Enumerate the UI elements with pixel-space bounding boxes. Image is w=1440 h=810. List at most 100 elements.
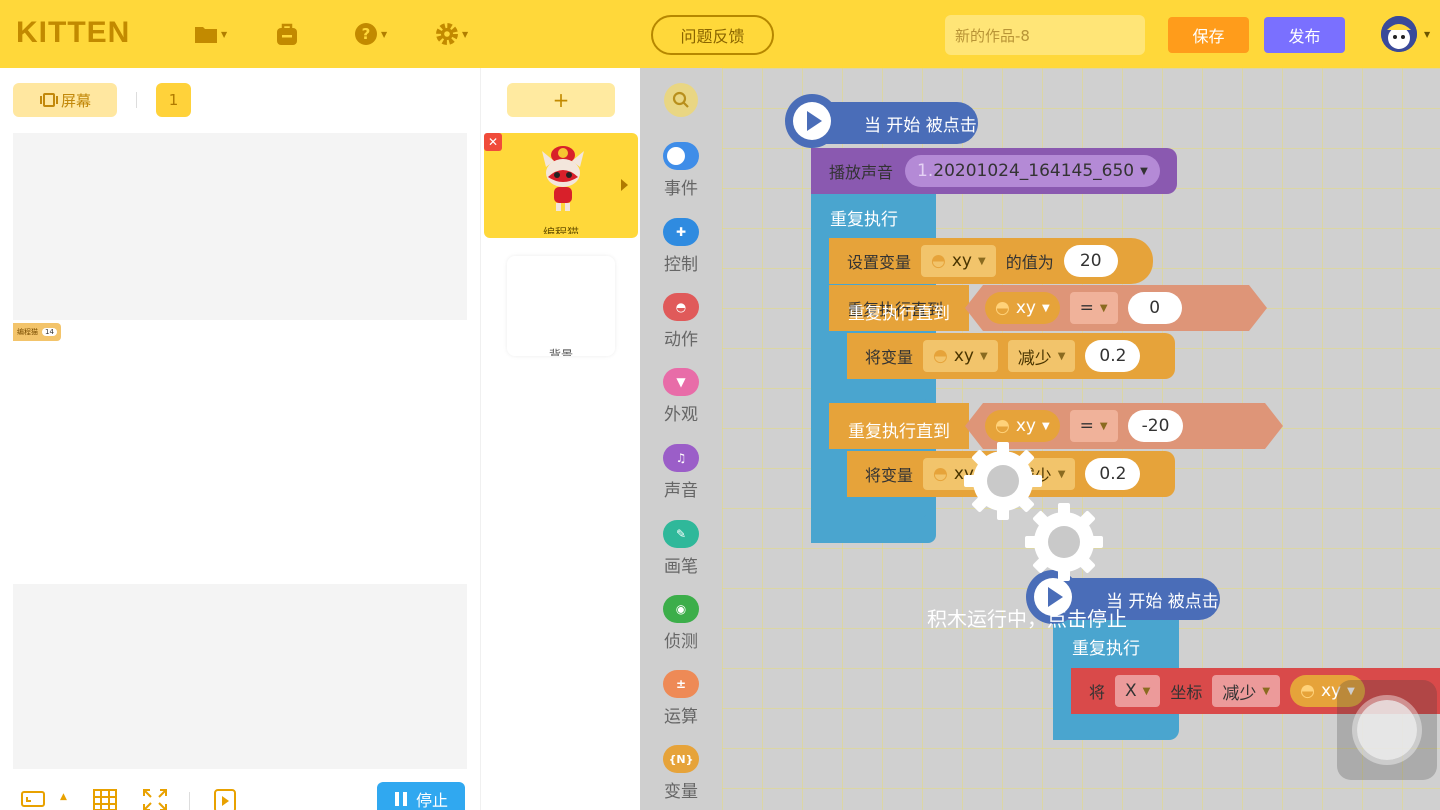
set-variable-label: 设置变量 xyxy=(847,253,912,272)
category-looks[interactable]: ▼ 外观 xyxy=(640,368,722,425)
stage-panel: 屏幕 1 编程猫 14 ▲ 停止 xyxy=(0,68,480,810)
screen-icon xyxy=(39,93,58,107)
variable-dropdown[interactable]: ◓xy ▼ xyxy=(923,340,998,372)
category-label: 变量 xyxy=(664,782,698,802)
help-menu[interactable]: ? ▼ xyxy=(354,20,387,48)
set-value-input[interactable]: 20 xyxy=(1063,245,1118,277)
background-name: 背景 xyxy=(548,348,573,356)
chevron-down-icon: ▼ xyxy=(1140,165,1148,177)
add-sprite-button[interactable]: + xyxy=(507,83,615,117)
backpack-button[interactable] xyxy=(274,20,300,48)
stage-size-icon[interactable] xyxy=(20,788,46,808)
change-op-label: 减少 xyxy=(1017,348,1052,369)
category-sensing[interactable]: ◉ 侦测 xyxy=(640,595,722,652)
running-overlay-text[interactable]: 积木运行中，点击停止 xyxy=(927,603,1127,632)
condition-equals-1[interactable]: ◓ xy ▼ = ▼ 0 xyxy=(965,285,1267,331)
stop-button[interactable]: 停止 xyxy=(377,782,465,810)
block-search-button[interactable] xyxy=(664,83,698,117)
gamepad-icon: ✚ xyxy=(663,218,699,246)
project-name-input[interactable] xyxy=(945,15,1145,55)
compare-value-input[interactable]: -20 xyxy=(1128,410,1184,442)
coord-label: 坐标 xyxy=(1170,683,1203,702)
category-events[interactable]: 事件 xyxy=(640,142,722,199)
eye-icon: ◉ xyxy=(663,595,699,623)
change-value-input[interactable]: 0.2 xyxy=(1085,458,1141,490)
app-logo: KITTEN xyxy=(16,16,131,49)
divider xyxy=(136,92,137,108)
category-operators[interactable]: ± 运算 xyxy=(640,670,722,727)
change-variable-label: 将变量 xyxy=(865,348,914,367)
category-label: 动作 xyxy=(664,330,698,350)
chevron-down-icon[interactable]: ▼ xyxy=(1424,30,1430,39)
change-variable-1-block[interactable]: 将变量 ◓ xy ▼ 减少 ▼ 0.2 xyxy=(847,333,1175,379)
axis-dropdown[interactable]: X ▼ xyxy=(1115,675,1161,707)
variable-dropdown[interactable]: ◓xy ▼ xyxy=(921,245,996,277)
stage-canvas[interactable]: 编程猫 14 xyxy=(13,133,467,769)
delete-sprite-icon[interactable]: ✕ xyxy=(484,133,502,151)
variable-dropdown[interactable]: ◓xy ▼ xyxy=(985,292,1060,324)
screen-button[interactable]: 屏幕 xyxy=(13,83,117,117)
category-label: 侦测 xyxy=(664,632,698,652)
variable-icon: {N} xyxy=(663,745,699,773)
repeat-forever-footer-2 xyxy=(1053,713,1151,740)
variable-monitor-value: 14 xyxy=(42,328,57,336)
ghost-icon: ◓ xyxy=(663,293,699,321)
variable-name: xy xyxy=(1015,416,1036,436)
category-pen[interactable]: ✎ 画笔 xyxy=(640,520,722,577)
set-to-label: 的值为 xyxy=(1005,253,1054,272)
chevron-right-icon[interactable] xyxy=(621,179,628,191)
gear-icon xyxy=(1025,503,1103,581)
category-label: 外观 xyxy=(664,405,698,425)
shirt-icon: ▼ xyxy=(663,368,699,396)
play-sound-block[interactable]: 播放声音 1. 20201024_164145_650 ▼ xyxy=(811,148,1177,194)
change-value-input[interactable]: 0.2 xyxy=(1085,340,1141,372)
category-label: 事件 xyxy=(664,179,698,199)
operator-label: = xyxy=(1079,416,1094,436)
variable-monitor[interactable]: 编程猫 14 xyxy=(13,323,61,341)
category-label: 运算 xyxy=(664,707,698,727)
chevron-down-icon: ▼ xyxy=(1057,468,1066,480)
category-variables[interactable]: {N} 变量 xyxy=(640,745,722,802)
category-motion[interactable]: ◓ 动作 xyxy=(640,293,722,350)
grid-icon[interactable] xyxy=(92,788,118,810)
floating-assistive-button[interactable] xyxy=(1337,680,1437,780)
avatar[interactable] xyxy=(1381,16,1417,52)
repeat-until-1-text: 重复执行直到 xyxy=(848,304,950,324)
repeat-forever-label-2: 重复执行 xyxy=(1072,639,1140,659)
background-card[interactable]: 背景 xyxy=(507,256,615,356)
file-menu[interactable]: ▼ xyxy=(194,20,227,48)
repeat-until-2-footer xyxy=(829,496,927,520)
screen-tab[interactable]: 1 xyxy=(156,83,191,117)
top-bar: KITTEN ▼ ? ▼ ▼ 问题反馈 保存 发布 ▼ xyxy=(0,0,1440,68)
stop-button-label: 停止 xyxy=(415,791,448,810)
settings-menu[interactable]: ▼ xyxy=(435,20,468,48)
variable-name: xy xyxy=(953,346,974,366)
operator-dropdown[interactable]: = ▼ xyxy=(1070,410,1118,442)
sound-dropdown[interactable]: 1. 20201024_164145_650 ▼ xyxy=(905,155,1160,187)
category-sound[interactable]: ♫ 声音 xyxy=(640,444,722,501)
block-category-bar: 事件 ✚ 控制 ◓ 动作 ▼ 外观 ♫ 声音 ✎ 画笔 ◉ 侦测 ± 运算 {N… xyxy=(640,68,722,810)
operator-dropdown[interactable]: = ▼ xyxy=(1070,292,1118,324)
coord-op-label: 减少 xyxy=(1222,683,1257,704)
sound-index: 1. xyxy=(917,161,934,181)
chevron-down-icon: ▼ xyxy=(1142,685,1151,697)
category-label: 声音 xyxy=(664,481,698,501)
sprite-card[interactable]: ✕ 编程猫 xyxy=(484,133,638,238)
coord-op-dropdown[interactable]: 减少 ▼ xyxy=(1212,675,1281,707)
compare-value-input[interactable]: 0 xyxy=(1128,292,1182,324)
category-control[interactable]: ✚ 控制 xyxy=(640,218,722,275)
save-button[interactable]: 保存 xyxy=(1168,17,1249,53)
publish-button[interactable]: 发布 xyxy=(1264,17,1345,53)
script-workspace[interactable]: 重复执行 当 开始 被点击 播放声音 1. 20201024_164145_65… xyxy=(722,68,1440,810)
fullscreen-icon[interactable] xyxy=(142,788,168,810)
change-op-dropdown[interactable]: 减少 ▼ xyxy=(1007,340,1076,372)
sprite-name: 编程猫 xyxy=(542,226,579,234)
device-preview-icon[interactable] xyxy=(213,788,237,810)
ghost-icon: ◓ xyxy=(933,464,948,484)
chevron-up-icon[interactable]: ▲ xyxy=(60,792,67,802)
variable-name: xy xyxy=(1015,298,1036,318)
search-icon xyxy=(672,91,689,108)
category-label: 画笔 xyxy=(664,557,698,577)
feedback-button[interactable]: 问题反馈 xyxy=(651,15,774,55)
set-variable-block[interactable]: 设置变量 ◓ xy ▼ 的值为 20 xyxy=(829,238,1153,284)
